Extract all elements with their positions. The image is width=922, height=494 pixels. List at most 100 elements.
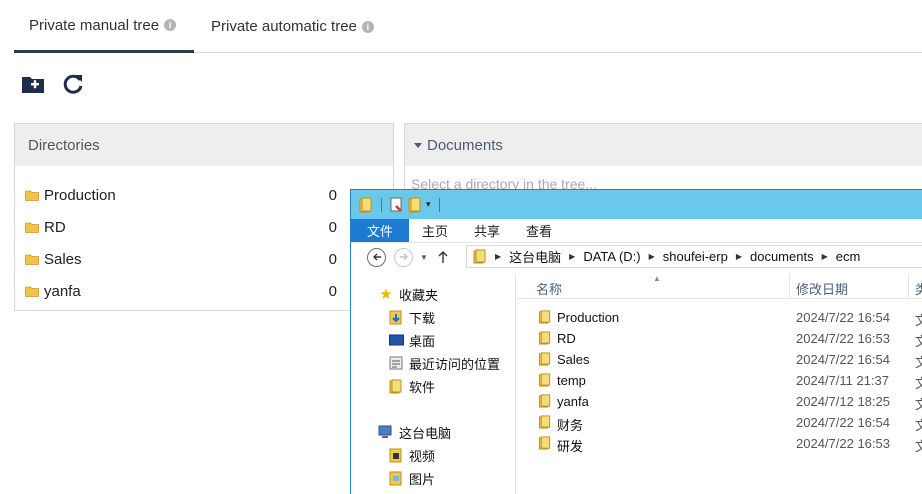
nav-label: 图片 (409, 471, 436, 487)
ribbon-tab-share[interactable]: 共享 (461, 219, 513, 242)
properties-icon[interactable] (390, 197, 404, 213)
breadcrumb-item[interactable]: 这台电脑 (509, 247, 561, 266)
tab-label: Private automatic tree (211, 18, 357, 35)
directory-item[interactable]: RD 0 (15, 211, 393, 243)
tab-label: Private manual tree (29, 16, 160, 34)
file-row[interactable]: yanfa 2024/7/12 18:25 文 (517, 391, 922, 412)
folder-icon (25, 190, 39, 201)
new-folder-icon[interactable] (408, 197, 422, 213)
nav-label: 最近访问的位置 (409, 356, 501, 372)
column-divider[interactable] (789, 274, 790, 299)
column-name[interactable]: 名称 (536, 279, 562, 298)
navigation-pane: ★ 收藏夹 下载 桌面 最近访问的位置 软件 这台电脑 视频 图片 (351, 274, 516, 494)
file-name: RD (557, 331, 576, 346)
file-row[interactable]: temp 2024/7/11 21:37 文 (517, 370, 922, 391)
arrow-left-icon (372, 253, 381, 261)
file-name: temp (557, 373, 586, 388)
folder-icon (25, 222, 39, 233)
directory-item[interactable]: yanfa 0 (15, 275, 393, 307)
chevron-right-icon: ▶ (495, 252, 502, 261)
file-type: 文 (915, 313, 922, 328)
breadcrumb-item[interactable]: documents (750, 249, 814, 264)
back-button[interactable] (367, 247, 386, 267)
sort-ascending-icon: ▲ (653, 274, 661, 283)
star-icon: ★ (379, 286, 393, 303)
tab-private-automatic-tree[interactable]: Private automatic tree i (211, 0, 391, 53)
folder-icon (538, 352, 551, 366)
arrow-up-icon (438, 251, 448, 263)
directory-count: 0 (328, 186, 337, 204)
breadcrumb-item[interactable]: ecm (836, 249, 861, 264)
chevron-right-icon: ▶ (569, 252, 576, 261)
nav-desktop[interactable]: 桌面 (388, 330, 435, 350)
file-name: Production (557, 310, 620, 325)
arrow-right-icon (399, 253, 408, 261)
file-date: 2024/7/22 16:54 (796, 352, 890, 367)
folder-icon (538, 331, 551, 345)
nav-software[interactable]: 软件 (388, 376, 435, 396)
info-icon: i (164, 19, 177, 31)
directory-item[interactable]: Sales 0 (15, 243, 393, 275)
recent-locations-button[interactable]: ▼ (417, 247, 431, 267)
address-bar[interactable]: ▶ 这台电脑 ▶ DATA (D:) ▶ shoufei-erp ▶ docum… (466, 245, 922, 268)
folder-icon (25, 286, 39, 297)
quick-access-divider (438, 197, 440, 212)
explorer-title-bar[interactable]: ▾ (351, 190, 922, 219)
file-name: 研发 (557, 439, 584, 454)
breadcrumb-item[interactable]: DATA (D:) (583, 249, 640, 264)
chevron-right-icon: ▶ (821, 252, 828, 261)
chevron-right-icon: ▶ (648, 252, 655, 261)
ribbon-tab-home[interactable]: 主页 (409, 219, 461, 242)
nav-label: 视频 (409, 448, 436, 464)
picture-folder-icon (388, 470, 404, 486)
file-row[interactable]: RD 2024/7/22 16:53 文 (517, 328, 922, 349)
file-row[interactable]: 财务 2024/7/22 16:54 文 (517, 412, 922, 433)
file-name: 财务 (557, 418, 584, 433)
new-folder-button[interactable] (21, 72, 45, 96)
nav-recent-places[interactable]: 最近访问的位置 (388, 353, 500, 373)
file-type: 文 (915, 355, 922, 370)
nav-label: 软件 (409, 379, 436, 395)
nav-label: 桌面 (409, 333, 436, 349)
file-explorer-window: ▾ 文件 主页 共享 查看 ▼ ▶ 这台电脑 ▶ DATA (D:) ▶ sho… (350, 189, 922, 494)
file-row[interactable]: Sales 2024/7/22 16:54 文 (517, 349, 922, 370)
column-divider[interactable] (908, 274, 909, 299)
quick-access-divider (381, 197, 382, 212)
column-date-modified[interactable]: 修改日期 (796, 279, 848, 298)
forward-button[interactable] (394, 247, 413, 267)
nav-favorites[interactable]: ★ 收藏夹 (378, 284, 438, 304)
nav-this-pc[interactable]: 这台电脑 (378, 422, 451, 442)
directory-tree: Production 0 RD 0 Sales 0 yanfa 0 (15, 166, 393, 307)
folder-icon (538, 310, 551, 324)
directory-count: 0 (328, 282, 337, 300)
column-type[interactable]: 类 (915, 279, 922, 298)
folder-icon[interactable] (359, 197, 373, 213)
recent-places-icon (388, 355, 404, 371)
directory-item[interactable]: Production 0 (15, 179, 393, 211)
file-date: 2024/7/22 16:53 (796, 436, 890, 451)
nav-pictures[interactable]: 图片 (388, 468, 435, 488)
customize-quick-access-icon[interactable]: ▾ (426, 199, 431, 210)
directory-count: 0 (328, 250, 337, 268)
nav-downloads[interactable]: 下载 (388, 307, 435, 327)
file-row[interactable]: Production 2024/7/22 16:54 文 (517, 307, 922, 328)
file-row[interactable]: 研发 2024/7/22 16:53 文 (517, 433, 922, 454)
refresh-icon (63, 74, 83, 94)
folder-icon (538, 436, 551, 450)
documents-header[interactable]: Documents (405, 124, 922, 166)
refresh-button[interactable] (61, 72, 85, 96)
ribbon-tabs: 文件 主页 共享 查看 (351, 219, 922, 243)
caret-down-icon (414, 142, 422, 148)
file-date: 2024/7/12 18:25 (796, 394, 890, 409)
breadcrumb-item[interactable]: shoufei-erp (663, 249, 728, 264)
nav-videos[interactable]: 视频 (388, 445, 435, 465)
desktop-icon (388, 332, 404, 348)
file-type: 文 (915, 376, 922, 391)
ribbon-tab-view[interactable]: 查看 (513, 219, 565, 242)
folder-icon (538, 394, 551, 408)
navigation-bar: ▼ ▶ 这台电脑 ▶ DATA (D:) ▶ shoufei-erp ▶ doc… (351, 243, 922, 271)
ribbon-tab-file[interactable]: 文件 (351, 219, 410, 242)
directories-header: Directories (15, 124, 393, 166)
tab-private-manual-tree[interactable]: Private manual tree i (14, 0, 194, 53)
up-button[interactable] (433, 247, 453, 267)
